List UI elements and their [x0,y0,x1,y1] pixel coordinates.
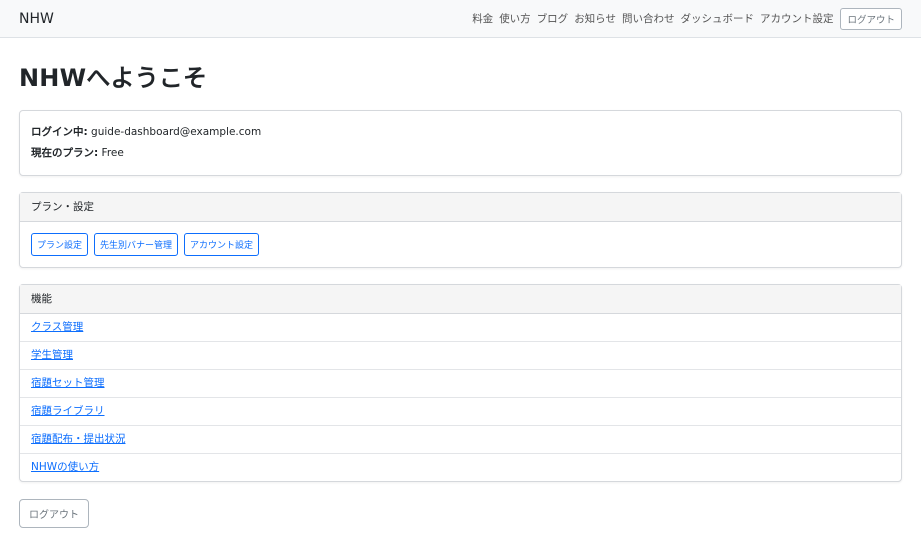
account-settings-button[interactable]: アカウント設定 [184,233,260,256]
plan-settings-header: プラン・設定 [20,193,901,222]
page-title: NHWへようこそ [19,64,208,92]
list-item: 宿題ライブラリ [20,397,901,425]
list-item: NHWの使い方 [20,453,901,481]
login-email: guide-dashboard@example.com [91,126,262,138]
list-item: 学生管理 [20,341,901,369]
plan-value: Free [101,147,124,159]
login-label: ログイン中: [31,126,88,138]
teacher-banner-button[interactable]: 先生別バナー管理 [94,233,179,256]
feature-link-homework-library[interactable]: 宿題ライブラリ [31,405,105,417]
nav-link-news[interactable]: お知らせ [574,11,616,26]
plan-info: 現在のプラン: Free [31,143,890,164]
feature-link-how-to-use[interactable]: NHWの使い方 [31,461,99,473]
login-info: ログイン中: guide-dashboard@example.com [31,122,890,143]
features-list: クラス管理 学生管理 宿題セット管理 宿題ライブラリ 宿題配布・提出状況 NHW… [20,314,901,481]
feature-link-homework-sets[interactable]: 宿題セット管理 [31,377,105,389]
nav-link-dashboard[interactable]: ダッシュボード [680,11,754,26]
feature-link-students[interactable]: 学生管理 [31,349,73,361]
list-item: クラス管理 [20,314,901,341]
main-content: NHWへようこそ ログイン中: guide-dashboard@example.… [0,58,921,528]
top-navbar: NHW 料金 使い方 ブログ お知らせ 問い合わせ ダッシュボード アカウント設… [0,0,921,38]
plan-settings-button[interactable]: プラン設定 [31,233,89,256]
list-item: 宿題セット管理 [20,369,901,397]
account-info-card: ログイン中: guide-dashboard@example.com 現在のプラ… [19,110,902,176]
list-item: 宿題配布・提出状況 [20,425,901,453]
plan-label: 現在のプラン: [31,147,99,159]
features-card: 機能 クラス管理 学生管理 宿題セット管理 宿題ライブラリ 宿題配布・提出状況 … [19,284,902,482]
feature-link-distribution-status[interactable]: 宿題配布・提出状況 [31,433,126,445]
nav-link-usage[interactable]: 使い方 [499,11,531,26]
nav-link-pricing[interactable]: 料金 [472,11,493,26]
feature-link-class[interactable]: クラス管理 [31,321,83,333]
logout-button[interactable]: ログアウト [19,499,89,528]
nav-link-account-settings[interactable]: アカウント設定 [760,11,834,26]
plan-settings-card: プラン・設定 プラン設定 先生別バナー管理 アカウント設定 [19,192,902,268]
nav-links: 料金 使い方 ブログ お知らせ 問い合わせ ダッシュボード アカウント設定 ログ… [472,7,902,30]
nav-link-blog[interactable]: ブログ [537,11,569,26]
nav-logout-button[interactable]: ログアウト [840,7,902,30]
features-header: 機能 [20,285,901,314]
brand-logo[interactable]: NHW [19,11,54,27]
nav-link-contact[interactable]: 問い合わせ [622,11,675,26]
